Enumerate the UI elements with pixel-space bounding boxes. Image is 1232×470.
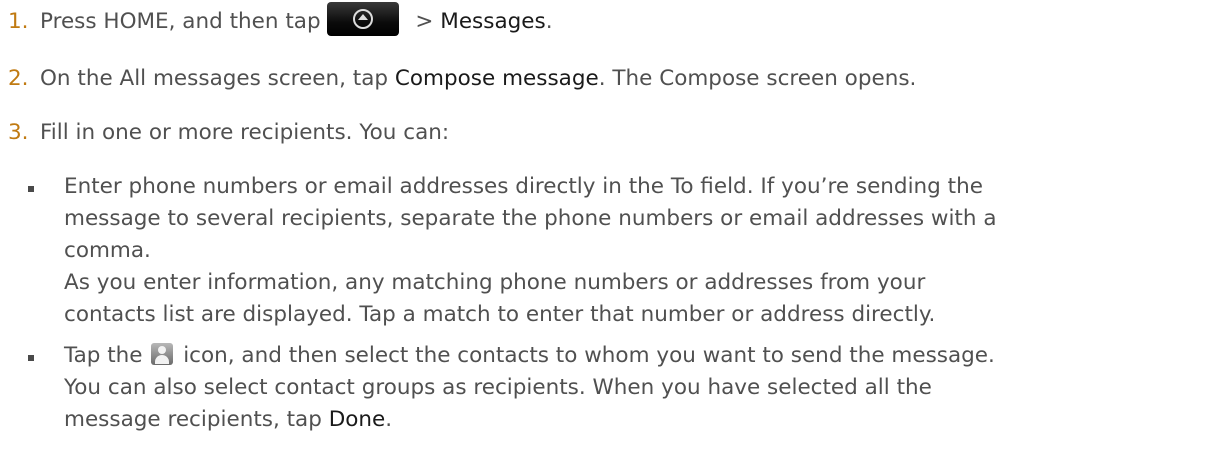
step-number: 1. — [8, 9, 29, 34]
bullet-line: comma. — [64, 238, 151, 263]
step-text-end: . — [545, 9, 553, 34]
bullet-text: . — [385, 407, 393, 432]
step-text: On the All messages screen, tap — [40, 66, 395, 91]
done-label: Done — [328, 407, 386, 432]
bullet-line: contacts list are displayed. Tap a match… — [64, 302, 936, 327]
step-text-separator: > — [408, 9, 441, 34]
compose-message-label: Compose message — [394, 66, 599, 91]
step-text: Fill in one or more recipients. You can: — [40, 120, 450, 145]
step-1: 1. Press HOME, and then tap > Messages. — [0, 2, 553, 38]
contact-person-icon — [151, 343, 174, 365]
bullet-line: As you enter information, any matching p… — [64, 270, 926, 295]
messages-label: Messages — [440, 9, 546, 34]
bullet-marker — [28, 355, 34, 361]
bullet-line: Tap the icon, and then select the contac… — [64, 340, 1224, 372]
home-launcher-button — [326, 2, 399, 36]
bullet-line: Enter phone numbers or email addresses d… — [64, 174, 983, 199]
step-text: Press HOME, and then tap — [40, 9, 321, 34]
bullet-text: icon, and then select the contacts to wh… — [176, 343, 995, 368]
bullet-marker — [28, 186, 34, 192]
bullet-text: message recipients, tap — [64, 407, 329, 432]
up-arrow-icon — [357, 14, 368, 20]
bullet-item-2: Tap the icon, and then select the contac… — [64, 340, 1224, 436]
bullet-line: message to several recipients, separate … — [64, 206, 997, 231]
step-number: 3. — [8, 120, 29, 145]
step-text-after: . The Compose screen opens. — [598, 66, 917, 91]
bullet-item-1: Enter phone numbers or email addresses d… — [64, 171, 1224, 331]
bullet-line: message recipients, tap Done. — [64, 404, 1224, 436]
step-2: 2. On the All messages screen, tap Compos… — [0, 63, 916, 95]
step-3: 3. Fill in one or more recipients. You ca… — [0, 117, 449, 149]
bullet-line: You can also select contact groups as re… — [64, 375, 932, 400]
step-number: 2. — [8, 66, 29, 91]
bullet-text: Tap the — [64, 343, 150, 368]
